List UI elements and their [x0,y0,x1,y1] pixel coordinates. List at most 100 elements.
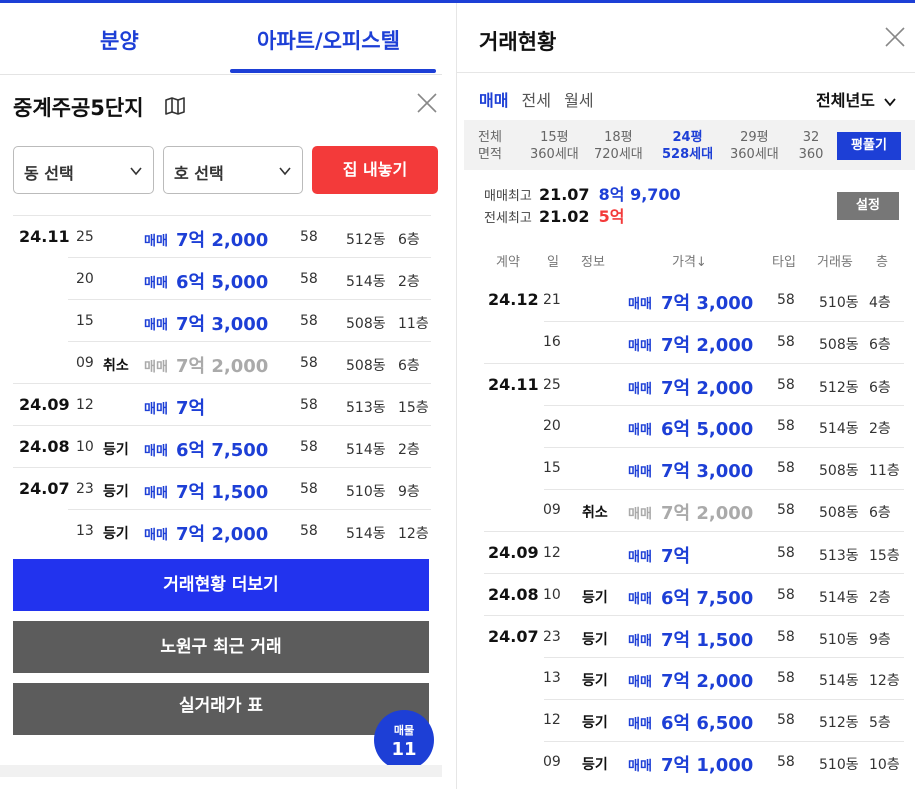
table-row[interactable]: 24.09 12 매매 7억 58 513동 15층 [484,531,904,573]
deal-price: 6억 5,000 [176,272,269,293]
deal-history-table: 24.12 21 매매 7억 3,000 58 510동 4층 16 매매 7억 2,000 58 5… [484,279,904,783]
table-row[interactable]: 13 등기 매매 7억 2,000 58 514동 12층 [12,509,431,551]
deal-kind: 매매 [144,318,168,333]
deal-history-header: 거래현황 [457,3,915,73]
table-row[interactable]: 24.08 10 등기 매매 6억 7,500 58 514동 2층 [484,573,904,615]
deal-type: 58 [777,670,795,686]
tab-monthly-rent[interactable]: 월세 [564,91,593,110]
deal-floor: 11층 [398,316,429,332]
table-row[interactable]: 24.08 10 등기 매매 6억 7,500 58 514동 2층 [13,425,431,467]
table-row[interactable]: 24.09 12 매매 7억 58 513동 15층 [13,383,431,425]
real-price-table-button[interactable]: 실거래가 표 [13,683,429,735]
deal-info: 취소 [103,358,129,374]
deal-kind: 매매 [144,486,168,501]
deal-dong: 514동 [819,421,859,437]
deal-price: 6억 5,000 [661,419,754,440]
deal-dong: 512동 [819,715,859,731]
deal-dong: 514동 [346,274,386,290]
max-sale-price: 8억 9,700 [598,185,681,204]
table-row[interactable]: 09 등기 매매 7억 1,000 58 510동 10층 [484,741,904,783]
deal-info: 등기 [582,715,608,731]
table-row[interactable]: 15 매매 7억 3,000 58 508동 11층 [484,447,904,489]
table-row[interactable]: 20 매매 6억 5,000 58 514동 2층 [484,405,904,447]
deal-price: 7억 2,000 [176,356,269,377]
area-option-15[interactable]: 15평 360세대 [530,129,579,163]
deal-price: 7억 1,500 [176,482,269,503]
deal-price: 6억 6,500 [661,713,754,734]
table-row[interactable]: 15 매매 7억 3,000 58 508동 11층 [12,299,431,341]
close-icon[interactable] [883,25,907,49]
area-top: 15평 [540,130,569,145]
list-house-button[interactable]: 집 내놓기 [312,146,438,194]
pyeong-expand-button[interactable]: 평풀기 [837,132,901,160]
area-top: 전체 [478,130,502,145]
deal-day: 25 [543,377,561,393]
area-option-24[interactable]: 24평 528세대 [662,129,713,163]
ho-select[interactable]: 호 선택 [163,146,303,194]
table-row[interactable]: 09 취소 매매 7억 2,000 58 508동 6층 [484,489,904,531]
table-row[interactable]: 13 등기 매매 7억 2,000 58 514동 12층 [484,657,904,699]
settings-button[interactable]: 설정 [837,192,899,220]
deal-dong: 512동 [346,232,386,248]
year-select-label: 전체년도 [816,91,875,110]
deal-kind: 매매 [144,402,168,417]
max-sale-label: 매매최고 [484,189,532,204]
col-type: 타입 [772,255,796,270]
table-row[interactable]: 12 등기 매매 6억 6,500 58 512동 5층 [484,699,904,741]
active-tab-indicator [230,69,436,73]
more-deals-button[interactable]: 거래현황 더보기 [13,559,429,611]
table-row[interactable]: 24.12 21 매매 7억 3,000 58 510동 4층 [484,279,904,321]
deal-kind: 매매 [628,465,652,480]
tab-sale[interactable]: 매매 [479,91,508,110]
deal-type: 58 [300,229,318,245]
deal-info: 등기 [103,442,129,458]
col-price-sort[interactable]: 가격↓ [672,251,707,270]
tab-apartment-officetel[interactable]: 아파트/오피스텔 [257,25,400,55]
row-separator [544,699,904,700]
area-top: 18평 [604,130,633,145]
deal-day: 15 [543,460,561,476]
deal-floor: 5층 [869,715,891,731]
table-row[interactable]: 24.11 25 매매 7억 2,000 58 512동 6층 [484,363,904,405]
area-option-18[interactable]: 18평 720세대 [594,129,643,163]
deal-price: 7억 2,000 [661,335,754,356]
close-icon[interactable] [415,91,439,115]
area-option-29[interactable]: 29평 360세대 [730,129,779,163]
chevron-down-icon [279,167,291,176]
chevron-down-icon [130,167,142,176]
area-filter-bar: 전체 면적 15평 360세대 18평 720세대 24평 528세대 29평 360세대… [464,120,915,170]
max-jeonse-date: 21.02 [538,207,590,226]
year-select[interactable]: 전체년도 [816,87,897,111]
table-row[interactable]: 16 매매 7억 2,000 58 508동 6층 [484,321,904,363]
tab-bunyang[interactable]: 분양 [100,25,139,55]
table-row[interactable]: 09 취소 매매 7억 2,000 58 508동 6층 [12,341,431,383]
deal-kind: 매매 [628,423,652,438]
table-row[interactable]: 20 매매 6억 5,000 58 514동 2층 [12,257,431,299]
deal-floor: 6층 [869,505,891,521]
deal-floor: 6층 [869,380,891,396]
deal-type: 58 [777,629,795,645]
district-recent-deals-button[interactable]: 노원구 최근 거래 [13,621,429,673]
deal-month: 24.07 [488,627,539,646]
deal-dong: 514동 [346,442,386,458]
apartment-name: 중계주공5단지 [13,96,144,120]
deal-dong: 508동 [346,358,386,374]
deal-type: 58 [777,587,795,603]
deal-day: 12 [543,545,561,561]
deal-day: 12 [76,397,94,413]
table-row[interactable]: 24.07 23 등기 매매 7억 1,500 58 510동 9층 [484,615,904,657]
area-option-32[interactable]: 32 360 [798,129,824,163]
area-option-all[interactable]: 전체 면적 [478,129,502,163]
max-price-summary: 매매최고 21.07 8억 9,700 전세최고 21.02 5억 [484,181,681,226]
table-row[interactable]: 24.11 25 매매 7억 2,000 58 512동 6층 [13,215,431,257]
deal-dong: 508동 [819,505,859,521]
tab-jeonse[interactable]: 전세 [522,91,551,110]
deal-kind: 매매 [144,444,168,459]
dong-select[interactable]: 동 선택 [13,146,154,194]
deal-floor: 15층 [398,400,429,416]
map-icon[interactable] [164,96,186,116]
apartment-header: 중계주공5단지 [0,76,442,134]
listing-count-badge[interactable]: 매물 11 [374,710,434,770]
table-row[interactable]: 24.07 23 등기 매매 7억 1,500 58 510동 9층 [13,467,431,509]
deal-floor: 6층 [398,232,420,248]
